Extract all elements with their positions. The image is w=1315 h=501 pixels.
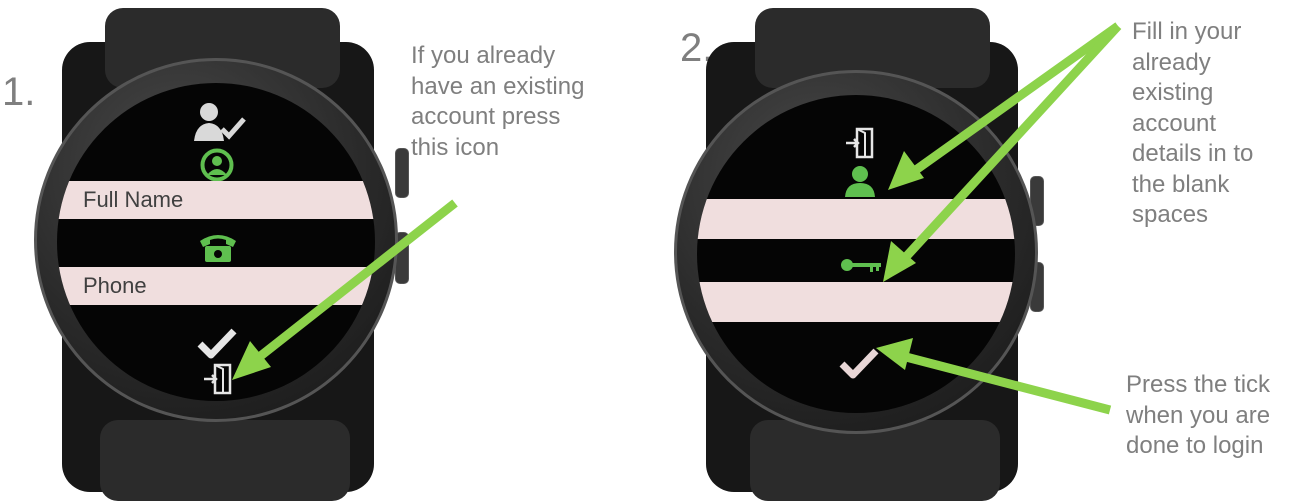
arrow-to-password — [883, 22, 1122, 282]
arrow-to-tick — [876, 338, 1112, 415]
step-2-arrows — [876, 22, 1122, 415]
arrow-to-username — [888, 22, 1121, 190]
